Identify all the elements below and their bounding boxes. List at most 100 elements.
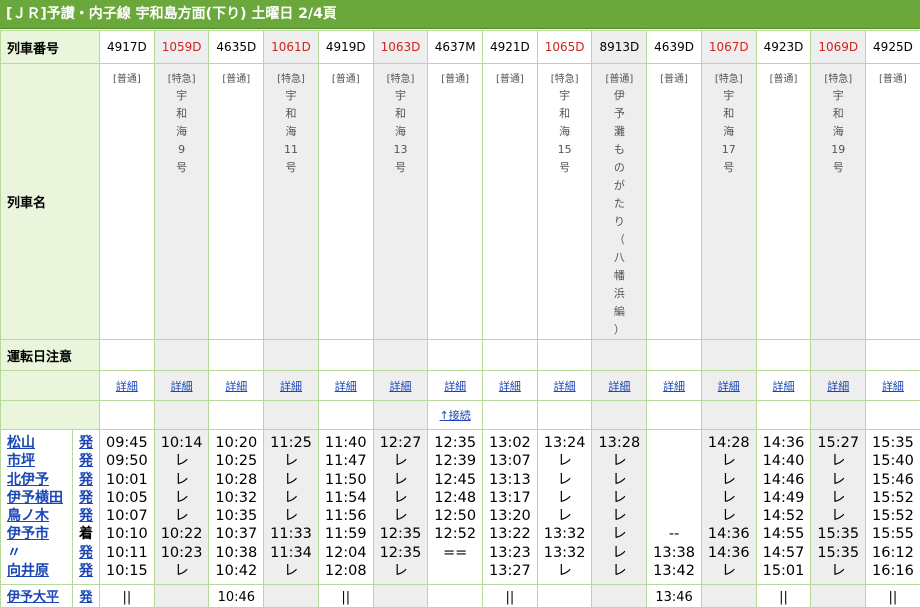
train-name-char: 号 xyxy=(155,159,209,177)
train-name-char: 和 xyxy=(538,105,592,123)
detail-link[interactable]: 詳細 xyxy=(773,380,795,393)
time-cell: 15:52 xyxy=(866,507,920,525)
station-link[interactable]: 市坪 xyxy=(7,452,72,470)
train-type-badge: [普通] xyxy=(209,70,263,85)
train-name: [普通] xyxy=(100,64,155,340)
train-name: [普通]伊予灘ものがたり（八幡浜編） xyxy=(592,64,647,340)
detail-link[interactable]: 詳細 xyxy=(171,380,193,393)
connection-cell xyxy=(100,401,155,430)
time-cell: レ xyxy=(538,507,592,525)
time-column: 15:27レレレレ15:3515:35レ xyxy=(811,430,866,585)
detail-link[interactable]: 詳細 xyxy=(608,380,630,393)
detail-link[interactable]: 詳細 xyxy=(882,380,904,393)
time-cell: 12:04 xyxy=(319,544,373,562)
detail-cell: 詳細 xyxy=(318,371,373,401)
station-link[interactable]: 伊予横田 xyxy=(7,489,72,507)
notes-cell xyxy=(373,340,428,371)
detail-link[interactable]: 詳細 xyxy=(389,380,411,393)
notes-cell xyxy=(592,340,647,371)
time-cell xyxy=(428,585,483,608)
detail-cell: 詳細 xyxy=(592,371,647,401)
time-cell: レ xyxy=(592,471,646,489)
train-name-char: 11 xyxy=(264,141,318,159)
time-cell: 10:01 xyxy=(100,471,154,489)
train-name-char: 宇 xyxy=(264,87,318,105)
time-cell: レ xyxy=(592,507,646,525)
connection-link[interactable]: ↑接続 xyxy=(440,409,471,422)
time-cell xyxy=(428,562,482,580)
station-link[interactable]: 伊予市 xyxy=(7,525,72,543)
train-name-char: 19 xyxy=(811,141,865,159)
train-type-badge: [特急] xyxy=(702,70,756,85)
time-cell: 15:35 xyxy=(811,544,865,562)
time-cell: 14:36 xyxy=(757,434,811,452)
time-cell: レ xyxy=(811,489,865,507)
detail-link[interactable]: 詳細 xyxy=(116,380,138,393)
detail-row: 詳細 詳細 詳細 詳細 詳細 詳細 詳細 詳細 詳細 詳細 詳細 詳細 詳細 詳細 詳細 xyxy=(1,371,920,401)
station-link[interactable]: 北伊予 xyxy=(7,471,72,489)
detail-cell: 詳細 xyxy=(647,371,702,401)
time-column: 14:28レレレレ14:3614:36レ xyxy=(701,430,756,585)
connection-cell xyxy=(318,401,373,430)
time-cell: レ xyxy=(264,471,318,489)
detail-link[interactable]: 詳細 xyxy=(335,380,357,393)
times-row: 松山市坪北伊予伊予横田鳥ノ木伊予市〃向井原発発発発発着発発09:4509:501… xyxy=(1,430,920,585)
time-cell: 13:22 xyxy=(483,525,537,543)
train-type-badge: [普通] xyxy=(100,70,154,85)
train-name-char: 和 xyxy=(702,105,756,123)
station-link[interactable]: 鳥ノ木 xyxy=(7,507,72,525)
train-number: 1059D xyxy=(154,31,209,64)
train-type-badge: [特急] xyxy=(538,70,592,85)
station-link-text[interactable]: 伊予大平 xyxy=(7,589,72,607)
train-name-char: 編 xyxy=(592,303,646,321)
notes-row: 運転日注意 xyxy=(1,340,920,371)
train-type-badge: [普通] xyxy=(483,70,537,85)
time-cell xyxy=(647,452,701,470)
time-cell: レ xyxy=(264,489,318,507)
station-link[interactable]: 松山 xyxy=(7,434,72,452)
time-cell: 14:40 xyxy=(757,452,811,470)
page-title: [ＪＲ]予讃・内子線 宇和島方面(下り) 土曜日 2/4頁 xyxy=(0,0,920,29)
notes-cell xyxy=(866,340,920,371)
train-type-badge: [特急] xyxy=(155,70,209,85)
time-cell: レ xyxy=(702,471,756,489)
station-list: 松山市坪北伊予伊予横田鳥ノ木伊予市〃向井原 xyxy=(1,430,73,585)
detail-link[interactable]: 詳細 xyxy=(444,380,466,393)
train-name: [特急]宇和海11号 xyxy=(264,64,319,340)
detail-link[interactable]: 詳細 xyxy=(718,380,740,393)
detail-link[interactable]: 詳細 xyxy=(554,380,576,393)
time-cell xyxy=(647,489,701,507)
station-link[interactable]: 向井原 xyxy=(7,562,72,580)
notes-cell xyxy=(701,340,756,371)
dep-arr-label: 発 xyxy=(73,452,99,470)
detail-link[interactable]: 詳細 xyxy=(663,380,685,393)
time-cell: レ xyxy=(155,471,209,489)
time-cell: 14:36 xyxy=(702,525,756,543)
connection-cell xyxy=(154,401,209,430)
dep-arr-label: 発 xyxy=(73,489,99,507)
detail-link[interactable]: 詳細 xyxy=(280,380,302,393)
time-column: 11:25レレレレ11:3311:34レ xyxy=(264,430,319,585)
train-number: 4921D xyxy=(483,31,538,64)
detail-cell: 詳細 xyxy=(483,371,538,401)
time-cell: レ xyxy=(811,471,865,489)
connection-cell xyxy=(756,401,811,430)
time-cell: 15:46 xyxy=(866,471,920,489)
detail-link[interactable]: 詳細 xyxy=(499,380,521,393)
time-cell: 13:32 xyxy=(538,544,592,562)
time-cell: 13:02 xyxy=(483,434,537,452)
time-cell: 10:10 xyxy=(100,525,154,543)
notes-cell xyxy=(428,340,483,371)
detail-link[interactable]: 詳細 xyxy=(827,380,849,393)
time-cell: 15:55 xyxy=(866,525,920,543)
station-link[interactable]: 伊予大平 xyxy=(1,585,73,608)
time-cell xyxy=(647,434,701,452)
train-type-badge: [普通] xyxy=(428,70,482,85)
time-cell: 10:11 xyxy=(100,544,154,562)
time-cell: レ xyxy=(811,562,865,580)
detail-link[interactable]: 詳細 xyxy=(225,380,247,393)
train-name-char: 号 xyxy=(264,159,318,177)
time-cell: 10:05 xyxy=(100,489,154,507)
train-name: [普通] xyxy=(318,64,373,340)
time-cell: 13:24 xyxy=(538,434,592,452)
